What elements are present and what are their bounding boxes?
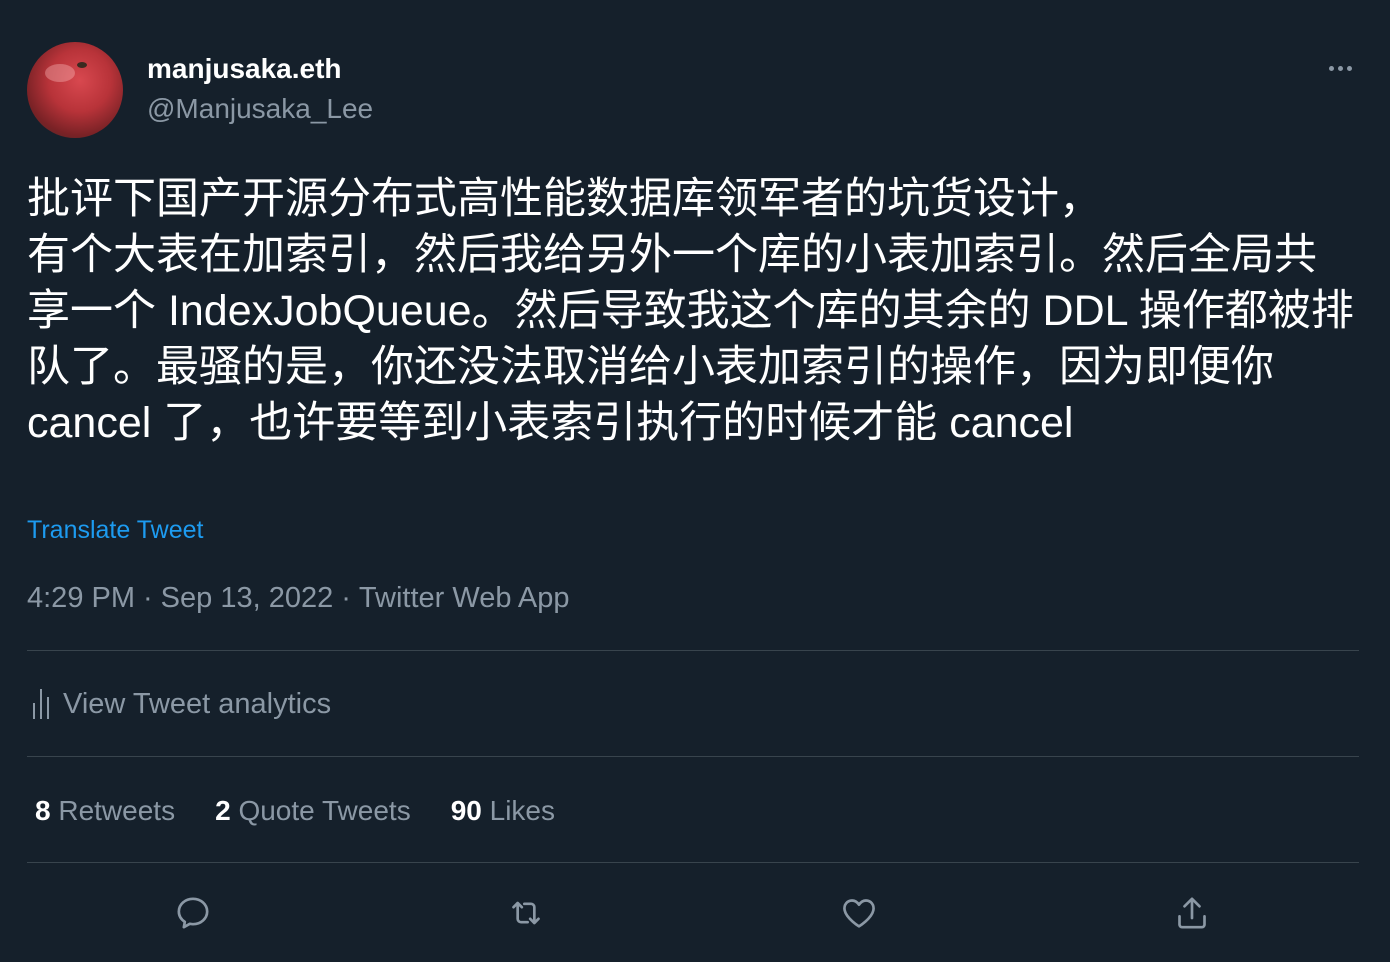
- more-horizontal-icon: [1337, 65, 1343, 71]
- analytics-label: View Tweet analytics: [63, 688, 332, 720]
- tweet-detail: manjusaka.eth @Manjusaka_Lee 批评下国产开源分布式高…: [0, 0, 1390, 962]
- author-display-name[interactable]: manjusaka.eth: [147, 52, 342, 86]
- reply-button[interactable]: [169, 889, 217, 937]
- share-icon: [1178, 897, 1206, 929]
- heart-icon: [843, 899, 875, 928]
- retweet-button[interactable]: [502, 889, 550, 937]
- divider: [27, 756, 1359, 757]
- meta-separator: ·: [341, 582, 351, 614]
- tweet-date[interactable]: Sep 13, 2022: [161, 582, 334, 614]
- reply-icon: [177, 897, 209, 929]
- translate-tweet-link[interactable]: Translate Tweet: [27, 514, 203, 546]
- likes-stat[interactable]: 90 Likes: [451, 793, 555, 829]
- divider: [27, 650, 1359, 651]
- quote-tweets-stat[interactable]: 2 Quote Tweets: [215, 793, 411, 829]
- tweet-source[interactable]: Twitter Web App: [359, 582, 570, 614]
- quote-tweets-label: Quote Tweets: [238, 795, 411, 826]
- more-horizontal-icon: [1328, 65, 1334, 71]
- avatar[interactable]: [27, 42, 123, 138]
- likes-count: 90: [450, 795, 482, 826]
- retweets-stat[interactable]: 8 Retweets: [35, 793, 175, 829]
- avatar-stem: [77, 62, 87, 68]
- retweet-icon: [512, 901, 540, 925]
- engagement-stats: 8 Retweets 2 Quote Tweets 90 Likes: [35, 793, 555, 829]
- more-horizontal-icon: [1346, 65, 1352, 71]
- divider: [27, 862, 1359, 863]
- tweet-meta: 4:29 PM · Sep 13, 2022 · Twitter Web App: [27, 580, 570, 616]
- view-analytics-link[interactable]: View Tweet analytics: [33, 686, 331, 722]
- bar-chart-icon: [33, 689, 49, 719]
- tweet-text: 批评下国产开源分布式高性能数据库领军者的坑货设计， 有个大表在加索引，然后我给另…: [27, 175, 1354, 447]
- action-bar: [0, 883, 1390, 943]
- author-handle[interactable]: @Manjusaka_Lee: [147, 92, 373, 126]
- likes-label: Likes: [489, 795, 556, 826]
- share-button[interactable]: [1168, 889, 1216, 937]
- quote-tweets-count: 2: [215, 795, 231, 826]
- retweets-count: 8: [35, 795, 51, 826]
- meta-separator: ·: [143, 582, 153, 614]
- avatar-highlight: [45, 64, 75, 82]
- retweets-label: Retweets: [58, 795, 176, 826]
- like-button[interactable]: [835, 889, 883, 937]
- more-options-button[interactable]: [1318, 56, 1362, 80]
- tweet-time[interactable]: 4:29 PM: [27, 582, 135, 614]
